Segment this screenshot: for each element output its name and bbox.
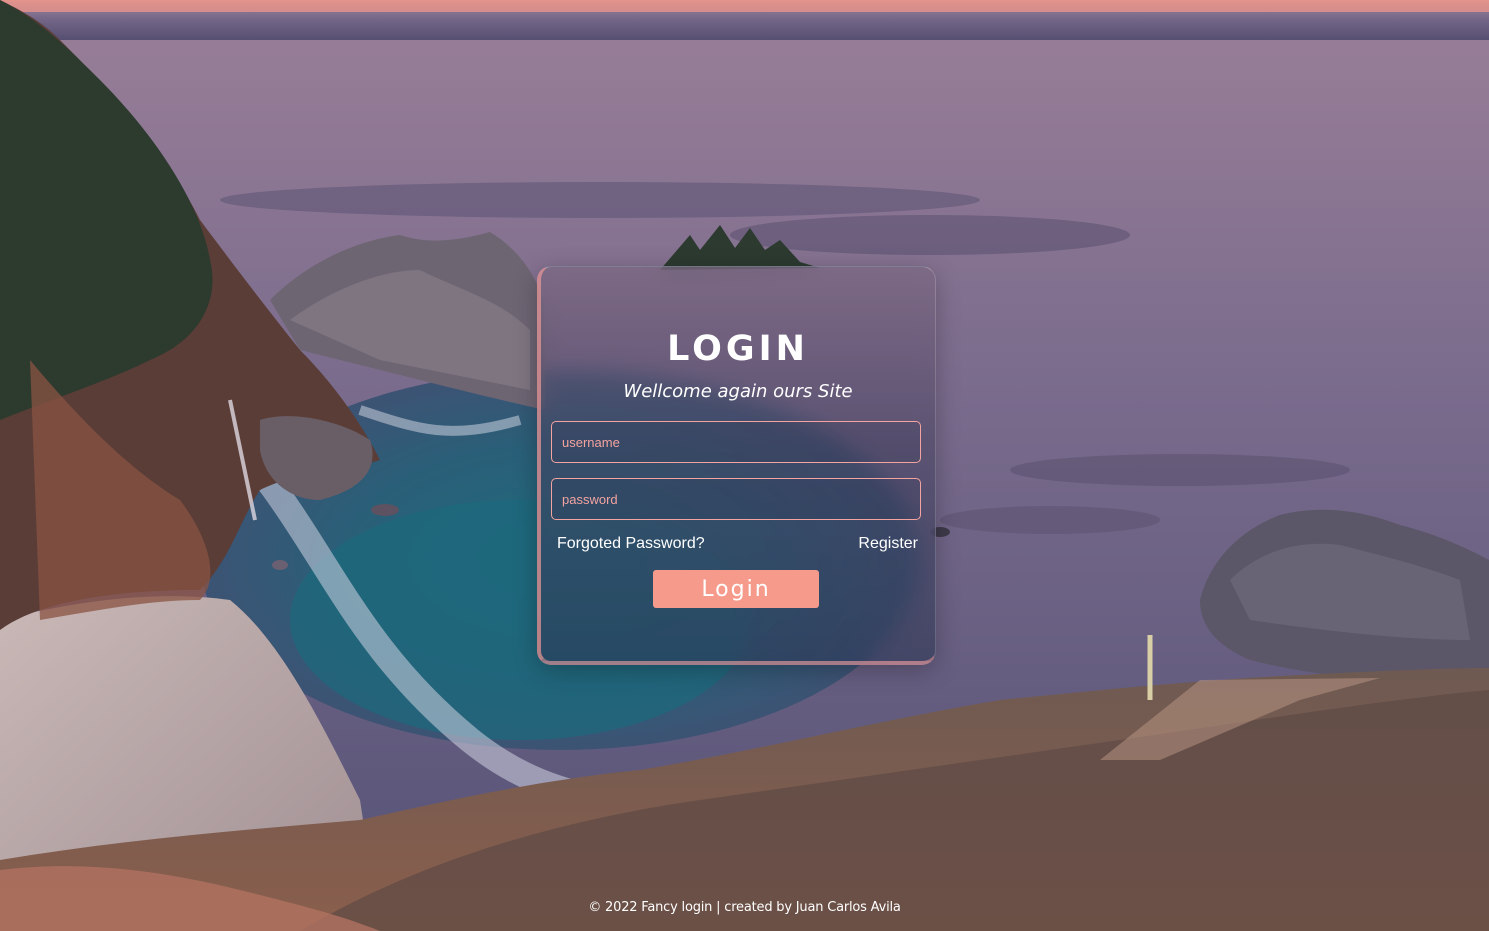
login-subtitle: Wellcome again ours Site	[623, 381, 853, 402]
login-button[interactable]: Login	[653, 570, 819, 608]
register-link[interactable]: Register	[858, 535, 918, 553]
forgot-password-link[interactable]: Forgoted Password?	[557, 535, 705, 553]
footer-credit: © 2022 Fancy login | created by Juan Car…	[588, 900, 901, 915]
username-input[interactable]	[551, 421, 921, 463]
password-input[interactable]	[551, 478, 921, 520]
login-title: LOGIN	[667, 329, 809, 369]
login-card: LOGIN Wellcome again ours Site Forgoted …	[537, 266, 936, 665]
